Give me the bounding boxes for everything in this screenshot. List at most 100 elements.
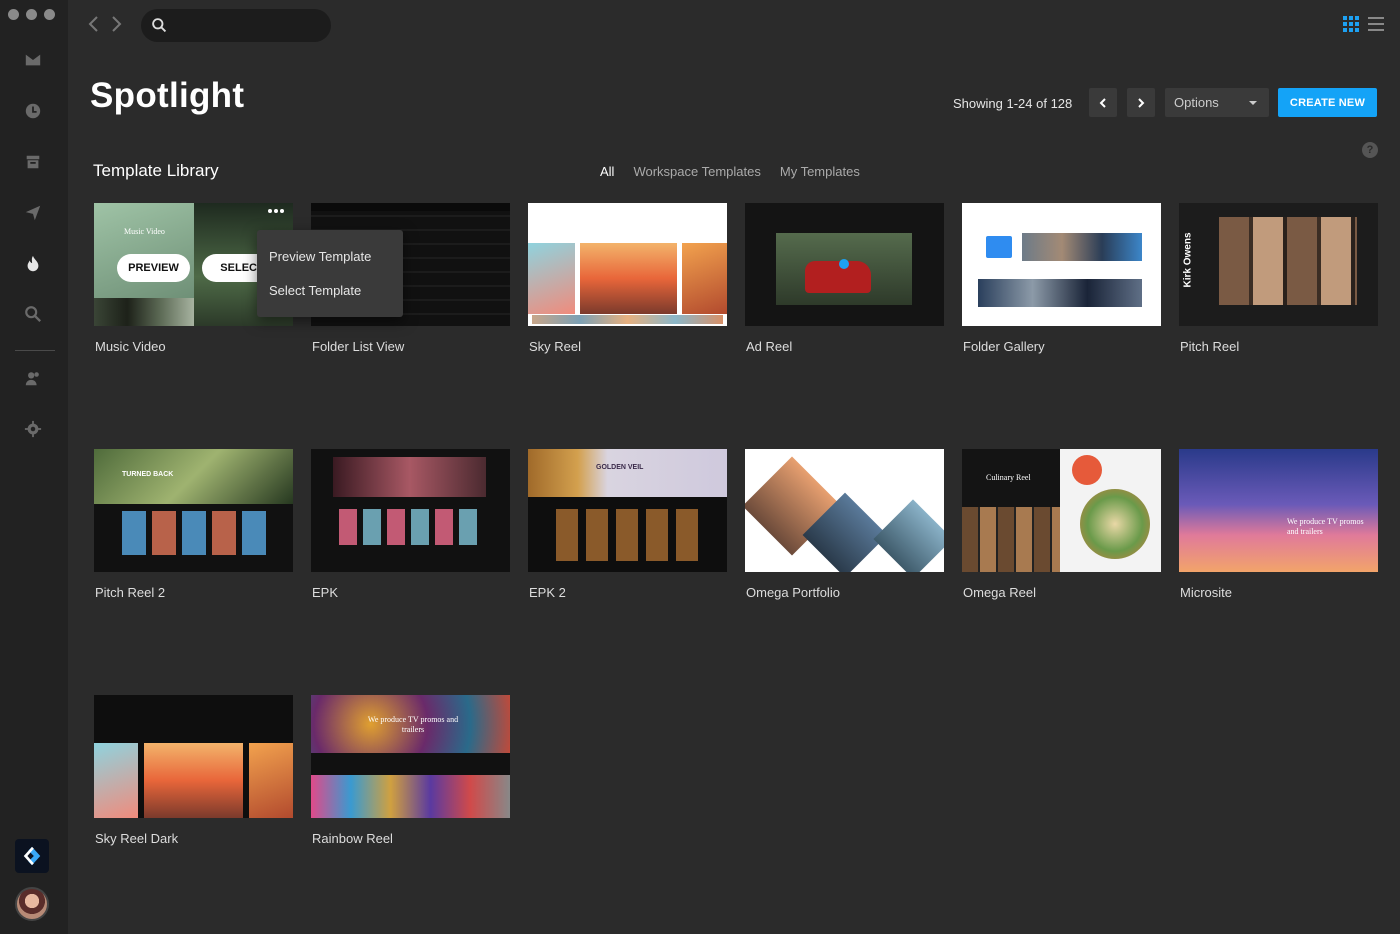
grid-view-icon[interactable] bbox=[1343, 16, 1359, 32]
maximize-window-button[interactable] bbox=[44, 9, 55, 20]
clock-icon[interactable] bbox=[22, 100, 44, 122]
template-name: Rainbow Reel bbox=[312, 831, 393, 846]
template-name: Pitch Reel 2 bbox=[95, 585, 166, 600]
preview-button[interactable]: PREVIEW bbox=[117, 254, 190, 282]
thumbnail-image bbox=[94, 203, 194, 298]
template-thumbnail[interactable]: GOLDEN VEIL bbox=[528, 449, 727, 572]
thumbnail-image bbox=[580, 243, 677, 314]
chevron-right-icon bbox=[1138, 97, 1145, 108]
template-name: EPK bbox=[312, 585, 339, 600]
search-input[interactable] bbox=[176, 18, 326, 33]
template-name: Omega Portfolio bbox=[746, 585, 840, 600]
template-name: Omega Reel bbox=[963, 585, 1036, 600]
close-window-button[interactable] bbox=[8, 9, 19, 20]
template-card[interactable]: EPK bbox=[311, 449, 510, 600]
template-thumbnail[interactable]: We produce TV promos and trailers bbox=[1179, 449, 1378, 572]
template-card[interactable]: Culinary Reel Omega Reel bbox=[962, 449, 1161, 600]
thumbnail-grid bbox=[122, 511, 266, 555]
archive-icon[interactable] bbox=[22, 151, 44, 173]
template-thumbnail[interactable]: Kirk Owens bbox=[1179, 203, 1378, 326]
thumbnail-strip bbox=[532, 315, 723, 324]
thumbnail-image bbox=[978, 279, 1142, 307]
template-thumbnail[interactable] bbox=[94, 695, 293, 818]
template-name: Music Video bbox=[95, 339, 166, 354]
tab-all[interactable]: All bbox=[600, 164, 614, 179]
window-controls bbox=[8, 9, 55, 20]
user-avatar[interactable] bbox=[15, 887, 49, 921]
thumbnail-caption: We produce TV promos and trailers bbox=[1287, 517, 1364, 536]
template-thumbnail[interactable] bbox=[745, 449, 944, 572]
page-title: Spotlight bbox=[90, 76, 245, 115]
thumbnail-caption: Culinary Reel bbox=[986, 473, 1031, 482]
thumbnail-image bbox=[94, 298, 194, 326]
thumbnail-caption: We produce TV promos and trailers bbox=[367, 715, 459, 734]
thumbnail-image bbox=[333, 457, 486, 497]
list-view-icon[interactable] bbox=[1368, 16, 1384, 32]
thumbnail-image bbox=[1219, 217, 1357, 305]
thumbnail-caption: Kirk Owens bbox=[1182, 232, 1194, 288]
template-thumbnail[interactable] bbox=[745, 203, 944, 326]
template-thumbnail[interactable] bbox=[528, 203, 727, 326]
options-dropdown[interactable]: Options bbox=[1165, 88, 1269, 117]
section-title: Template Library bbox=[93, 161, 219, 180]
help-icon[interactable]: ? bbox=[1362, 142, 1378, 158]
tab-my-templates[interactable]: My Templates bbox=[780, 164, 860, 179]
chevron-left-icon bbox=[1099, 97, 1106, 108]
template-card[interactable]: We produce TV promos and trailers Rainbo… bbox=[311, 695, 510, 846]
play-icon bbox=[839, 259, 849, 269]
inbox-icon[interactable] bbox=[22, 49, 44, 71]
tab-workspace-templates[interactable]: Workspace Templates bbox=[633, 164, 760, 179]
send-icon[interactable] bbox=[22, 202, 44, 224]
template-card[interactable]: Sky Reel bbox=[528, 203, 727, 354]
search-nav-icon[interactable] bbox=[22, 303, 44, 325]
template-card[interactable]: Omega Portfolio bbox=[745, 449, 944, 600]
template-card[interactable]: Ad Reel bbox=[745, 203, 944, 354]
forward-arrow-icon[interactable] bbox=[110, 14, 124, 34]
users-icon[interactable] bbox=[22, 368, 44, 390]
template-card[interactable]: TURNED BACK Pitch Reel 2 bbox=[94, 449, 293, 600]
options-label: Options bbox=[1174, 95, 1219, 110]
template-name: Pitch Reel bbox=[1180, 339, 1240, 354]
template-card[interactable]: Sky Reel Dark bbox=[94, 695, 293, 846]
search-bar[interactable] bbox=[141, 9, 331, 42]
next-page-button[interactable] bbox=[1127, 88, 1155, 117]
create-new-button[interactable]: CREATE NEW bbox=[1278, 88, 1377, 117]
thumbnail-image bbox=[528, 449, 727, 497]
menu-item-preview-template[interactable]: Preview Template bbox=[257, 239, 403, 273]
template-card[interactable]: GOLDEN VEIL EPK 2 bbox=[528, 449, 727, 600]
more-options-icon[interactable] bbox=[268, 209, 284, 213]
template-card[interactable]: We produce TV promos and trailers Micros… bbox=[1179, 449, 1378, 600]
menu-item-select-template[interactable]: Select Template bbox=[257, 273, 403, 307]
template-card[interactable]: Folder Gallery bbox=[962, 203, 1161, 354]
results-count: Showing 1-24 of 128 bbox=[953, 96, 1073, 111]
template-thumbnail[interactable]: TURNED BACK bbox=[94, 449, 293, 572]
template-thumbnail[interactable] bbox=[311, 449, 510, 572]
settings-gear-icon[interactable] bbox=[22, 418, 44, 440]
template-name: Sky Reel bbox=[529, 339, 582, 354]
template-name: EPK 2 bbox=[529, 585, 566, 600]
template-thumbnail[interactable]: We produce TV promos and trailers bbox=[311, 695, 510, 818]
thumbnail-grid bbox=[339, 509, 483, 545]
thumbnail-image bbox=[311, 775, 510, 818]
filter-tabs: All Workspace Templates My Templates bbox=[600, 164, 860, 179]
template-thumbnail[interactable] bbox=[962, 203, 1161, 326]
thumbnail-dish bbox=[1080, 489, 1150, 559]
template-name: Folder List View bbox=[312, 339, 405, 354]
template-name: Ad Reel bbox=[746, 339, 793, 354]
search-icon bbox=[152, 18, 167, 33]
thumbnail-image bbox=[249, 743, 293, 818]
template-name: Microsite bbox=[1180, 585, 1233, 600]
view-toggle bbox=[1343, 16, 1384, 32]
template-card[interactable]: Kirk Owens Pitch Reel bbox=[1179, 203, 1378, 354]
folder-icon bbox=[986, 236, 1012, 258]
thumbnail-caption: GOLDEN VEIL bbox=[596, 464, 644, 471]
prev-page-button[interactable] bbox=[1089, 88, 1117, 117]
minimize-window-button[interactable] bbox=[26, 9, 37, 20]
thumbnail-image bbox=[682, 243, 727, 314]
back-arrow-icon[interactable] bbox=[86, 14, 100, 34]
template-thumbnail[interactable]: Culinary Reel bbox=[962, 449, 1161, 572]
app-logo[interactable] bbox=[15, 839, 49, 873]
spotlight-flame-icon[interactable] bbox=[22, 253, 44, 275]
template-name: Sky Reel Dark bbox=[95, 831, 179, 846]
thumbnail-caption: TURNED BACK bbox=[122, 471, 174, 478]
